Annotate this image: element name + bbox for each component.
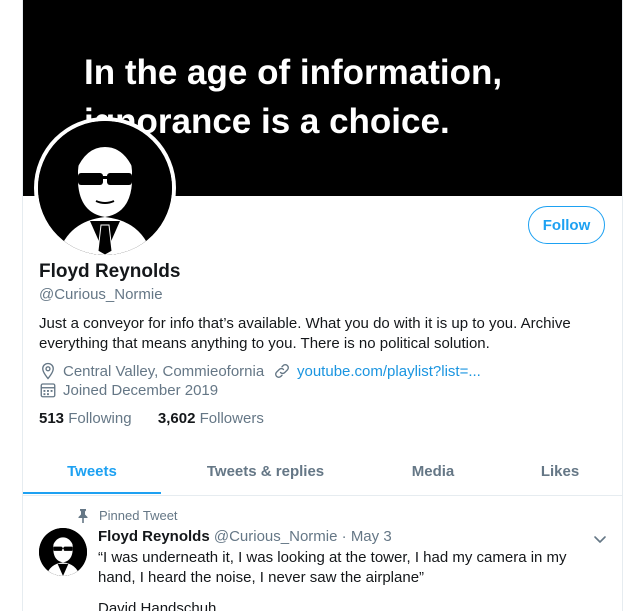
follow-button[interactable]: Follow	[528, 206, 605, 244]
profile-bio: Just a conveyor for info that’s availabl…	[39, 315, 571, 352]
profile-tabs: Tweets Tweets & replies Media Likes	[23, 447, 622, 496]
tweet-header: Floyd Reynolds @Curious_Normie · May 3	[98, 528, 392, 545]
tweet-date[interactable]: May 3	[351, 528, 392, 545]
tweet-separator: ·	[341, 528, 347, 545]
location-pin-icon	[42, 362, 54, 380]
tab-tweets[interactable]: Tweets	[23, 447, 161, 495]
banner-text-line1: In the age of information,	[84, 53, 503, 92]
pin-icon	[78, 508, 88, 523]
joined-text: Joined December 2019	[63, 381, 219, 399]
avatar-image	[38, 121, 172, 255]
profile-column: In the age of information, ignorance is …	[22, 0, 623, 611]
tweet-text: “I was underneath it, I was looking at t…	[98, 549, 567, 586]
following-label: Following	[68, 410, 132, 427]
followers-stat[interactable]: 3,602 Followers	[158, 410, 264, 427]
profile-avatar[interactable]	[34, 117, 176, 259]
followers-label: Followers	[199, 410, 264, 427]
profile-website[interactable]: youtube.com/playlist?list=...	[273, 362, 481, 380]
profile-stats: 513 Following 3,602 Followers	[39, 410, 264, 427]
tab-likes[interactable]: Likes	[507, 447, 613, 495]
pinned-indicator: Pinned Tweet	[77, 508, 178, 523]
profile-name: Floyd Reynolds	[39, 261, 181, 282]
link-icon	[275, 364, 289, 378]
active-tab-indicator	[23, 492, 161, 494]
tab-media[interactable]: Media	[379, 447, 487, 495]
website-link[interactable]: youtube.com/playlist?list=...	[297, 363, 481, 380]
tweet-avatar[interactable]	[39, 528, 87, 576]
profile-joined: Joined December 2019	[39, 381, 218, 399]
following-count: 513	[39, 410, 65, 427]
profile-handle: @Curious_Normie	[39, 286, 163, 303]
followers-count: 3,602	[157, 410, 196, 427]
calendar-icon	[40, 383, 56, 398]
profile-location: Central Valley, Commieofornia	[39, 362, 264, 380]
tweet-author-name[interactable]: Floyd Reynolds	[98, 528, 210, 545]
tab-tweets-replies[interactable]: Tweets & replies	[183, 447, 348, 495]
tweet-author-handle[interactable]: @Curious_Normie	[214, 528, 338, 545]
following-stat[interactable]: 513 Following	[39, 410, 136, 427]
location-text: Central Valley, Commieofornia	[63, 362, 265, 380]
pinned-label: Pinned Tweet	[99, 508, 178, 523]
chevron-down-icon	[594, 536, 606, 543]
tweet-text-continued: David Handschuh	[98, 600, 217, 611]
